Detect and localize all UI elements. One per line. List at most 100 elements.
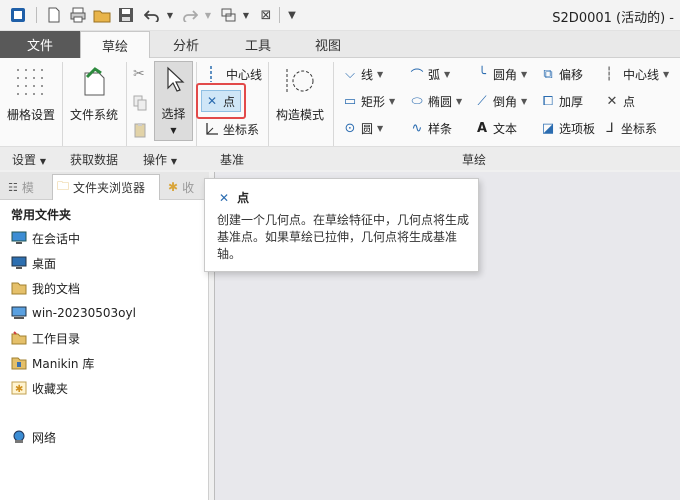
circle-button[interactable]: ⊙ 圆 ▼ — [342, 118, 384, 138]
chevron-down-icon: ▼ — [377, 123, 384, 133]
coordinate-system-label: 坐标系 — [223, 122, 260, 137]
chevron-down-icon: ▼ — [521, 96, 528, 106]
datum-centerline-button[interactable]: 中心线 — [207, 64, 262, 84]
undo-icon[interactable] — [142, 5, 162, 25]
favorites-icon: ✱ — [168, 180, 179, 194]
construction-mode-button[interactable]: 构造模式 — [272, 62, 328, 123]
folder-in-session[interactable]: 在会话中 — [11, 229, 80, 247]
monitor-icon — [11, 231, 27, 245]
ribbon-tab-bar: 文件 草绘 分析 工具 视图 — [0, 31, 680, 59]
point-button[interactable]: ✕ 点 — [604, 91, 635, 111]
line-button[interactable]: ⌵ 线 ▼ — [342, 64, 383, 84]
open-icon[interactable] — [92, 5, 112, 25]
arc-button[interactable]: ⌒ 弧 ▼ — [409, 64, 450, 84]
ellipse-icon: ⬭ — [411, 93, 423, 109]
thicken-button[interactable]: ⧠ 加厚 — [540, 91, 583, 111]
customize-icon[interactable]: ▼ — [282, 5, 302, 25]
centerline-label: 中心线 — [226, 67, 263, 82]
chevron-down-icon: ▼ — [663, 69, 670, 79]
paste-icon[interactable] — [133, 120, 147, 140]
tab-folder-browser[interactable]: 🗀 文件夹浏览器 — [52, 174, 160, 200]
common-folders-header: 常用文件夹 — [11, 208, 72, 222]
tab-favorites[interactable]: ✱ 收 — [164, 174, 198, 200]
grid-settings-label: 栅格设置 — [6, 108, 55, 122]
datum-coordinate-system-button[interactable]: 坐标系 — [204, 119, 259, 139]
chevron-down-icon[interactable]: ▼ — [236, 5, 256, 25]
chevron-down-icon[interactable]: ▼ — [160, 5, 180, 25]
fillet-button[interactable]: ╰ 圆角 ▼ — [474, 64, 527, 84]
chevron-down-icon: ▼ — [456, 96, 463, 106]
point-icon: ✕ — [606, 93, 618, 109]
folder-desktop[interactable]: 桌面 — [11, 254, 56, 272]
app-icon[interactable] — [8, 5, 28, 25]
datum-point-button[interactable]: ✕ 点 — [201, 90, 241, 112]
folder-computer[interactable]: win-20230503oyl — [11, 304, 136, 322]
chevron-down-icon: ▼ — [521, 69, 528, 79]
new-icon[interactable] — [44, 5, 64, 25]
centerline-button[interactable]: ┆ 中心线 ▼ — [604, 64, 669, 84]
sketch-coordinate-system-button[interactable]: ⅃ 坐标系 — [602, 118, 657, 138]
folder-browser-icon: 🗀 — [57, 179, 70, 193]
tab-view[interactable]: 视图 — [294, 31, 362, 58]
text-icon: A — [476, 120, 488, 136]
network-icon — [11, 430, 27, 444]
window-title: S2D0001 (活动的) - — [552, 11, 674, 26]
group-sketch: 草绘 — [462, 153, 487, 167]
spline-icon: ∿ — [411, 120, 423, 136]
thicken-label: 加厚 — [559, 94, 584, 109]
favorites-icon: ✱ — [11, 381, 27, 395]
group-setup[interactable]: 设置 ▼ — [12, 151, 46, 168]
folder-network[interactable]: 网络 — [11, 428, 56, 446]
group-get-data: 获取数据 — [70, 153, 119, 167]
palette-label: 选项板 — [559, 121, 596, 136]
folder-my-documents[interactable]: 我的文档 — [11, 279, 80, 297]
close-window-icon[interactable]: ⊠ — [256, 5, 276, 25]
palette-button[interactable]: ◪ 选项板 — [540, 118, 595, 138]
tab-file[interactable]: 文件 — [0, 31, 80, 58]
grid-settings-button[interactable]: 栅格设置 — [4, 62, 58, 123]
desktop-icon — [11, 256, 27, 270]
group-operations[interactable]: 操作 ▼ — [143, 151, 177, 168]
point-label: 点 — [223, 94, 236, 109]
model-tree-icon: ☷ — [8, 180, 18, 194]
rectangle-icon: ▭ — [343, 93, 357, 109]
redo-icon[interactable] — [180, 5, 200, 25]
rectangle-button[interactable]: ▭ 矩形 ▼ — [342, 91, 395, 111]
group-datum: 基准 — [220, 153, 245, 167]
point-label: 点 — [623, 94, 636, 109]
save-icon[interactable] — [116, 5, 136, 25]
tab-model-tree[interactable]: ☷ 模 — [4, 174, 38, 200]
separator — [279, 7, 280, 23]
spline-label: 样条 — [428, 121, 453, 136]
offset-icon: ⧉ — [543, 66, 553, 82]
copy-icon[interactable] — [133, 93, 147, 113]
tab-analysis[interactable]: 分析 — [150, 31, 222, 58]
line-icon: ⌵ — [345, 66, 355, 82]
file-system-button[interactable]: 文件系统 — [66, 62, 122, 123]
folder-favorites[interactable]: ✱ 收藏夹 — [11, 379, 68, 397]
palette-icon: ◪ — [541, 120, 555, 136]
spline-button[interactable]: ∿ 样条 — [409, 118, 452, 138]
navigator-tabs: ☷ 模 🗀 文件夹浏览器 ✱ 收 — [0, 172, 209, 200]
chevron-down-icon[interactable]: ▼ — [198, 5, 218, 25]
construction-mode-icon — [283, 62, 317, 100]
point-x-icon: ✕ — [206, 94, 218, 108]
coordinate-system-label: 坐标系 — [621, 121, 658, 136]
print-icon[interactable] — [68, 5, 88, 25]
offset-button[interactable]: ⧉ 偏移 — [540, 64, 583, 84]
text-label: 文本 — [493, 121, 518, 136]
chamfer-button[interactable]: ⟋ 倒角 ▼ — [474, 91, 527, 111]
folder-manikin-library[interactable]: Manikin 库 — [11, 354, 94, 372]
folder-working-directory[interactable]: 工作目录 — [11, 329, 80, 347]
fillet-label: 圆角 — [493, 67, 518, 82]
select-button[interactable]: 选择 ▼ — [154, 61, 193, 141]
svg-text:✱: ✱ — [15, 384, 23, 395]
centerline-icon: ┆ — [605, 66, 613, 82]
text-button[interactable]: A 文本 — [474, 118, 517, 138]
tab-sketch[interactable]: 草绘 — [80, 31, 150, 59]
ellipse-button[interactable]: ⬭ 椭圆 ▼ — [409, 91, 462, 111]
regenerate-icon[interactable] — [218, 5, 238, 25]
cut-icon[interactable]: ✂ — [133, 64, 145, 84]
tab-tools[interactable]: 工具 — [222, 31, 294, 58]
documents-icon — [11, 281, 27, 295]
